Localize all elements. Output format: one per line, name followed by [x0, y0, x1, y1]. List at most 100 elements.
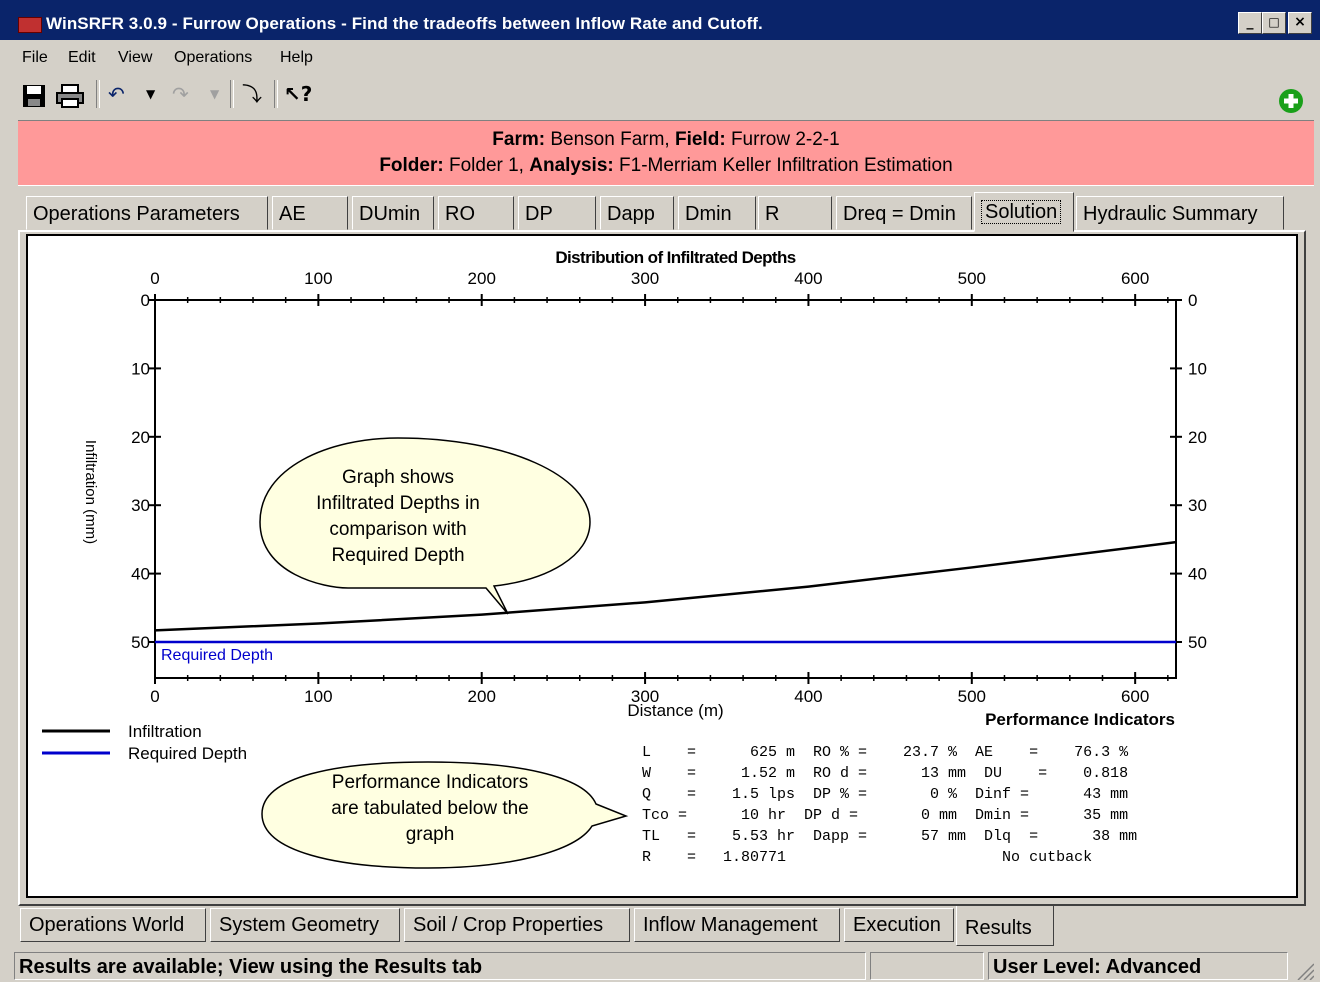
performance-title: Performance Indicators [985, 710, 1175, 729]
chart-title: Distribution of Infiltrated Depths [555, 248, 795, 267]
x-tick-label-bottom: 300 [631, 687, 659, 706]
folder-label: Folder: [379, 155, 444, 176]
y-tick-label-right: 40 [1188, 565, 1207, 584]
tab-ae[interactable]: AE [272, 196, 348, 230]
status-bar: Results are available; View using the Re… [0, 950, 1320, 982]
x-tick-label-top: 100 [304, 269, 332, 288]
tab-operations-parameters[interactable]: Operations Parameters [26, 196, 268, 230]
field-label: Field: [674, 129, 726, 150]
graph-callout-line: comparison with [329, 519, 466, 540]
legend-label: Infiltration [128, 722, 202, 741]
tab-operations-world[interactable]: Operations World [20, 908, 206, 942]
tab-label: RO [445, 203, 475, 225]
tab-dreq[interactable]: Dreq = Dmin [836, 196, 972, 230]
resize-grip-icon[interactable] [1294, 962, 1314, 980]
graph-callout: Graph shows Infiltrated Depths in compar… [259, 437, 591, 615]
analysis-value: F1-Merriam Keller Infiltration Estimatio… [619, 155, 953, 176]
tab-label: Inflow Management [643, 914, 818, 936]
tab-soil-crop-properties[interactable]: Soil / Crop Properties [404, 908, 630, 942]
x-tick-label-bottom: 600 [1121, 687, 1149, 706]
tab-label: Results [965, 917, 1032, 939]
menu-help[interactable]: Help [280, 49, 313, 67]
solution-panel: Distribution of Infiltrated Depths Distan… [26, 234, 1298, 898]
tab-hydraulic-summary[interactable]: Hydraulic Summary [1076, 196, 1284, 230]
analysis-label: Analysis: [529, 155, 614, 176]
redo-dropdown-icon[interactable]: ▼ [210, 82, 219, 106]
tab-label: DP [525, 203, 553, 225]
tab-label: R [765, 203, 780, 225]
tab-label: Hydraulic Summary [1083, 203, 1258, 225]
tab-execution[interactable]: Execution [844, 908, 954, 942]
performance-row: R = 1.80771 No cutback [642, 849, 1092, 866]
status-panel-empty [870, 952, 984, 980]
x-tick-label-top: 500 [958, 269, 986, 288]
tab-results[interactable]: Results [956, 906, 1054, 946]
y-tick-label-right: 20 [1188, 428, 1207, 447]
tab-dapp[interactable]: Dapp [600, 196, 674, 230]
tab-label: Operations World [29, 914, 185, 936]
farm-value: Benson Farm, [550, 129, 670, 150]
graph-callout-line: Graph shows [342, 467, 454, 488]
indicators-callout-line: graph [406, 824, 455, 845]
folder-value: Folder 1, [448, 155, 524, 176]
indicators-callout: Performance Indicators are tabulated bel… [261, 761, 629, 869]
performance-row: TL = 5.53 hr Dapp = 57 mm Dlq = 38 mm [642, 828, 1137, 845]
tab-inflow-management[interactable]: Inflow Management [634, 908, 840, 942]
x-tick-label-top: 400 [794, 269, 822, 288]
tab-label: Execution [853, 914, 941, 936]
indicators-callout-line: Performance Indicators [332, 772, 528, 793]
title-bar: WinSRFR 3.0.9 - Furrow Operations - Find… [0, 0, 1320, 40]
add-icon[interactable] [1278, 88, 1304, 114]
print-icon[interactable] [56, 84, 84, 108]
farm-label: Farm: [492, 129, 546, 150]
y-tick-label-right: 10 [1188, 359, 1207, 378]
close-button[interactable]: × [1288, 12, 1312, 34]
undo-icon[interactable]: ↶ [108, 82, 125, 106]
minimize-button[interactable]: _ [1238, 12, 1262, 34]
redo-icon[interactable]: ↷ [172, 82, 189, 106]
tab-dumin[interactable]: DUmin [352, 196, 434, 230]
chart-svg: Distribution of Infiltrated DepthsDistan… [42, 248, 1207, 869]
tab-dp[interactable]: DP [518, 196, 596, 230]
performance-row: W = 1.52 m RO d = 13 mm DU = 0.818 [642, 765, 1128, 782]
farm-field-header: Farm: Benson Farm, Field: Furrow 2-2-1 F… [18, 120, 1314, 186]
toolbar-separator [274, 80, 278, 108]
x-tick-label-top: 0 [150, 269, 159, 288]
maximize-button[interactable]: □ [1262, 12, 1286, 34]
required-depth-annotation: Required Depth [161, 647, 273, 664]
tab-label: Operations Parameters [33, 203, 240, 225]
legend-label: Required Depth [128, 744, 247, 763]
status-user-level: User Level: Advanced [988, 952, 1288, 980]
menu-file[interactable]: File [22, 49, 48, 67]
x-tick-label-bottom: 100 [304, 687, 332, 706]
tab-dmin[interactable]: Dmin [678, 196, 756, 230]
graph-callout-line: Required Depth [331, 545, 464, 566]
x-tick-label-bottom: 500 [958, 687, 986, 706]
menu-view[interactable]: View [118, 49, 152, 67]
window-title: WinSRFR 3.0.9 - Furrow Operations - Find… [46, 14, 763, 33]
save-icon[interactable] [22, 84, 46, 108]
whats-this-help-icon[interactable]: ↖? [284, 82, 312, 106]
status-message: Results are available; View using the Re… [14, 952, 866, 980]
undo-dropdown-icon[interactable]: ▼ [146, 82, 155, 106]
wizard-icon[interactable]: ⤵ [242, 82, 262, 106]
tab-label: Dapp [607, 203, 655, 225]
y-tick-label-left: 0 [141, 291, 150, 310]
performance-row: Tco = 10 hr DP d = 0 mm Dmin = 35 mm [642, 807, 1128, 824]
y-tick-label-left: 40 [131, 565, 150, 584]
graph-callout-line: Infiltrated Depths in [316, 493, 480, 514]
x-tick-label-bottom: 400 [794, 687, 822, 706]
app-icon[interactable] [18, 17, 42, 33]
tab-r[interactable]: R [758, 196, 832, 230]
menu-operations[interactable]: Operations [174, 49, 252, 67]
menu-edit[interactable]: Edit [68, 49, 96, 67]
y-tick-label-right: 0 [1188, 291, 1197, 310]
tab-system-geometry[interactable]: System Geometry [210, 908, 400, 942]
y-tick-label-right: 30 [1188, 496, 1207, 515]
tab-solution[interactable]: Solution [974, 192, 1074, 232]
y-tick-label-left: 20 [131, 428, 150, 447]
y-axis-title: Infiltration (mm) [82, 440, 99, 544]
tab-label: System Geometry [219, 914, 380, 936]
tab-ro[interactable]: RO [438, 196, 514, 230]
field-value: Furrow 2-2-1 [730, 129, 840, 150]
